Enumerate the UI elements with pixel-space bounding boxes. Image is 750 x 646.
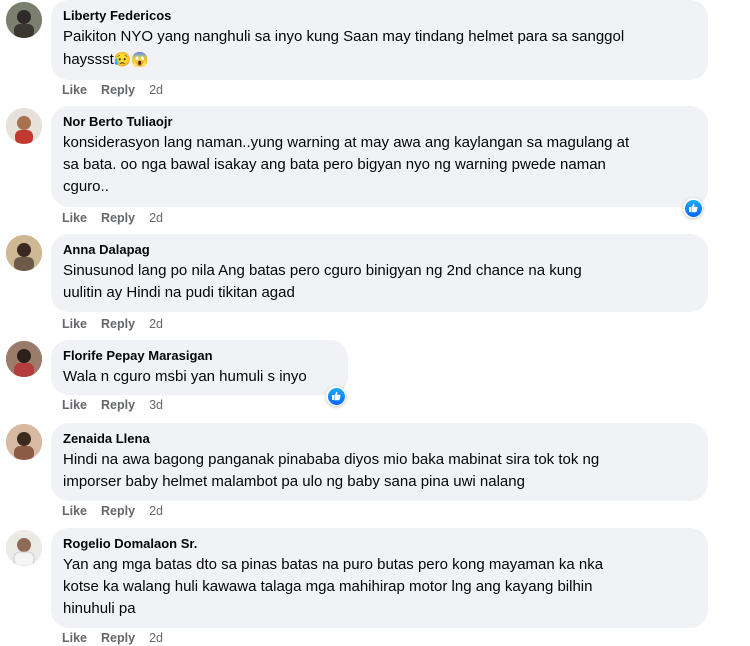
like-button[interactable]: Like xyxy=(62,317,87,331)
reply-button[interactable]: Reply xyxy=(101,211,135,225)
comment-actions: Like Reply 2d xyxy=(62,504,163,518)
avatar[interactable] xyxy=(6,341,42,377)
comment-bubble: Anna Dalapag Sinusunod lang po nila Ang … xyxy=(51,234,708,312)
comment-timestamp[interactable]: 2d xyxy=(149,631,163,645)
avatar[interactable] xyxy=(6,2,42,38)
reply-button[interactable]: Reply xyxy=(101,631,135,645)
comment-bubble: Liberty Federicos Paikiton NYO yang nang… xyxy=(51,0,708,80)
comment-text-line: kotse ka walang huli kawawa talaga mga m… xyxy=(63,578,593,595)
like-button[interactable]: Like xyxy=(62,211,87,225)
comment-text-line: imporser baby helmet malambot pa ulo ng … xyxy=(63,473,525,490)
like-button[interactable]: Like xyxy=(62,83,87,97)
commenter-name[interactable]: Nor Berto Tuliaojr xyxy=(63,114,696,130)
comment-actions: Like Reply 2d xyxy=(62,631,163,645)
comment-text-line: hinuhuli pa xyxy=(63,600,136,617)
commenter-name[interactable]: Liberty Federicos xyxy=(63,8,696,24)
comment-actions: Like Reply 2d xyxy=(62,83,163,97)
comment-actions: Like Reply 2d xyxy=(62,317,163,331)
comment-text-line: Yan ang mga batas dto sa pinas batas na … xyxy=(63,556,604,573)
comment-timestamp[interactable]: 2d xyxy=(149,504,163,518)
comment-timestamp[interactable]: 2d xyxy=(149,83,163,97)
reply-button[interactable]: Reply xyxy=(101,398,135,412)
reply-button[interactable]: Reply xyxy=(101,504,135,518)
comment-text-line: hayssst😥😱 xyxy=(63,48,696,71)
reply-button[interactable]: Reply xyxy=(101,83,135,97)
comment-text-line: sa bata. oo nga bawal isakay ang bata pe… xyxy=(63,156,606,173)
comment-timestamp[interactable]: 2d xyxy=(149,211,163,225)
commenter-name[interactable]: Florife Pepay Marasigan xyxy=(63,348,336,364)
reply-button[interactable]: Reply xyxy=(101,317,135,331)
comment-bubble: Florife Pepay Marasigan Wala n cguro msb… xyxy=(51,340,348,395)
comment-text-line: Hindi na awa bagong panganak pinababa di… xyxy=(63,451,600,468)
comment-actions: Like Reply 3d xyxy=(62,398,163,412)
comment-bubble: Nor Berto Tuliaojr konsiderasyon lang na… xyxy=(51,106,708,207)
comment-bubble: Zenaida Llena Hindi na awa bagong pangan… xyxy=(51,423,708,501)
like-button[interactable]: Like xyxy=(62,398,87,412)
emoji-sad-scared-icon: 😥😱 xyxy=(113,51,149,67)
comment-text-line: konsiderasyon lang naman..yung warning a… xyxy=(63,134,630,151)
comment-bubble: Rogelio Domalaon Sr. Yan ang mga batas d… xyxy=(51,528,708,628)
avatar[interactable] xyxy=(6,530,42,566)
avatar[interactable] xyxy=(6,108,42,144)
like-button[interactable]: Like xyxy=(62,504,87,518)
commenter-name[interactable]: Zenaida Llena xyxy=(63,431,696,447)
commenter-name[interactable]: Rogelio Domalaon Sr. xyxy=(63,536,696,552)
avatar[interactable] xyxy=(6,424,42,460)
comment-timestamp[interactable]: 3d xyxy=(149,398,163,412)
comment-text-line: Wala n cguro msbi yan humuli s inyo xyxy=(63,368,307,385)
comment-text-line: cguro.. xyxy=(63,178,109,195)
like-reaction-icon[interactable] xyxy=(326,386,346,406)
comment-text-line: uulitin ay Hindi na pudi tikitan agad xyxy=(63,284,295,301)
comment-actions: Like Reply 2d xyxy=(62,211,163,225)
comment-text-line-2: hayssst xyxy=(63,51,114,68)
comment-text-line: Sinusunod lang po nila Ang batas pero cg… xyxy=(63,262,582,279)
comment-timestamp[interactable]: 2d xyxy=(149,317,163,331)
avatar[interactable] xyxy=(6,235,42,271)
commenter-name[interactable]: Anna Dalapag xyxy=(63,242,696,258)
like-button[interactable]: Like xyxy=(62,631,87,645)
like-reaction-icon[interactable] xyxy=(683,198,703,218)
comment-text-line: Paikiton NYO yang nanghuli sa inyo kung … xyxy=(63,28,625,45)
